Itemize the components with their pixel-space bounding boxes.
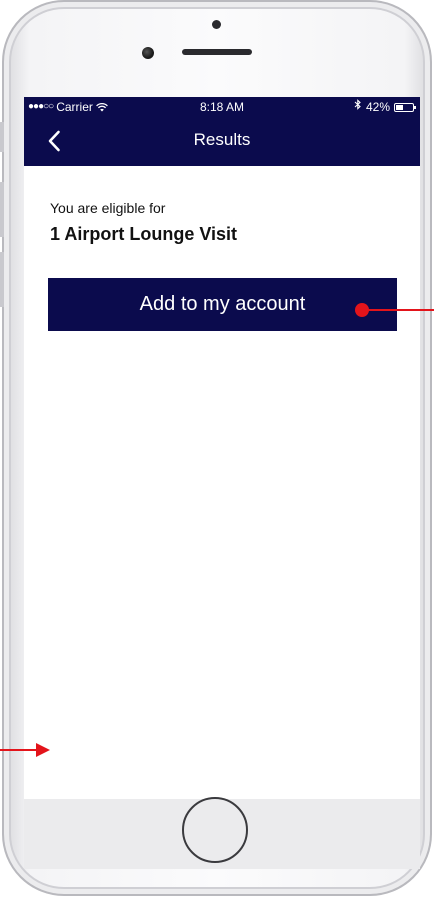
annotation-arrow-icon — [0, 743, 50, 757]
canvas: ●●●○○ Carrier 8:18 AM 42% Results You ar… — [0, 0, 434, 901]
status-bar: ●●●○○ Carrier 8:18 AM 42% — [24, 97, 420, 117]
battery-percent: 42% — [365, 100, 390, 114]
battery-fill — [396, 104, 403, 110]
add-to-account-button[interactable]: Add to my account — [48, 278, 397, 331]
screen: ●●●○○ Carrier 8:18 AM 42% Results You ar… — [24, 97, 420, 799]
earpiece-speaker — [182, 49, 252, 55]
page-title: Results — [193, 130, 251, 149]
bluetooth-icon — [354, 97, 362, 117]
annotation-pointer-line — [362, 309, 434, 311]
home-button[interactable] — [182, 797, 248, 863]
front-camera — [142, 47, 154, 59]
navigation-bar: ●●●○○ Carrier 8:18 AM 42% Results — [24, 97, 420, 166]
battery-icon — [394, 102, 416, 112]
volume-down-button — [0, 252, 4, 307]
eligible-label: You are eligible for — [50, 200, 166, 216]
eligible-value: 1 Airport Lounge Visit — [50, 224, 238, 244]
annotation-pointer-dot — [355, 303, 369, 317]
status-right: 42% — [354, 97, 416, 117]
volume-up-button — [0, 182, 4, 237]
sensor-dot — [212, 20, 221, 29]
mute-switch — [0, 122, 4, 152]
